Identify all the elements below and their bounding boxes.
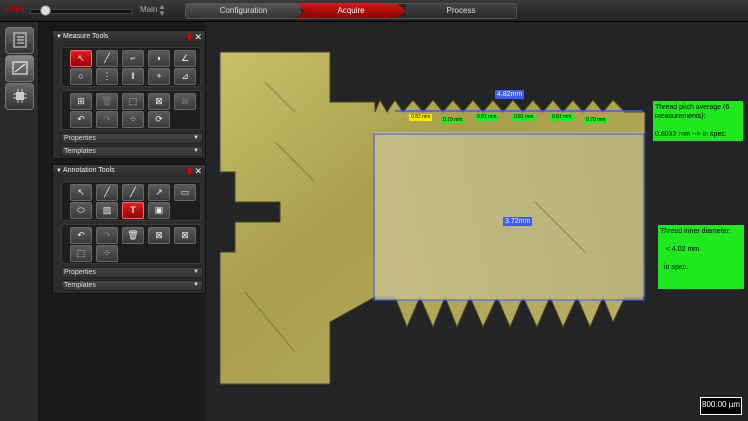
close-icon[interactable]: ✕ <box>194 165 202 177</box>
profile-spinner-icon[interactable]: ▲ ▼ <box>158 3 166 18</box>
select-region-icon[interactable]: ⬚ <box>70 245 92 262</box>
tab-acquire[interactable]: Acquire <box>296 4 406 18</box>
calibrate-icon[interactable]: ⁘ <box>122 111 144 128</box>
grid-tool-icon[interactable]: ⊠ <box>148 227 170 244</box>
annotation-action-group: ↶ ↷ 🗑 ⊠ ⊠ ⬚ ⁘ <box>61 224 201 264</box>
measure-tools-header[interactable]: ▼ Measure Tools ✕ <box>53 31 205 43</box>
undo-icon[interactable]: ↶ <box>70 111 92 128</box>
length-label[interactable]: 4.82mm <box>495 90 525 99</box>
annotation-templates-section[interactable]: Templates ▼ <box>61 280 203 291</box>
redo-icon[interactable]: ↷ <box>96 227 118 244</box>
measure-properties-section[interactable]: Properties ▼ <box>61 133 203 144</box>
collapse-icon[interactable]: ▼ <box>56 31 62 43</box>
inner-width-label[interactable]: 3.72mm <box>503 217 533 226</box>
pitch-label-1[interactable]: 0.82 mm <box>409 114 433 121</box>
close-icon[interactable]: ✕ <box>194 31 202 43</box>
left-toolbar <box>0 22 39 421</box>
annotation-properties-section[interactable]: Properties ▼ <box>61 267 203 278</box>
line-tool-icon[interactable]: ╱ <box>96 50 118 67</box>
clear-tool-icon[interactable]: ⊠ <box>174 227 196 244</box>
measure-tools-title: Measure Tools <box>63 33 109 40</box>
measure-action-group: ⊞ 🗑 ⬚ ⊠ ⊠ ↶ ↷ ⁘ ⟳ <box>61 90 201 130</box>
pin-indicator <box>188 168 191 174</box>
pitch-label-4[interactable]: 0.81 mm <box>512 114 536 121</box>
delete-tool-icon[interactable]: 🗑 <box>96 93 118 110</box>
leica-logo: Leica <box>4 4 25 13</box>
image-tool-icon[interactable]: ▨ <box>96 202 118 219</box>
pointer-tool-icon[interactable]: ↖ <box>70 184 92 201</box>
pin-indicator <box>188 34 191 40</box>
clear-tool-icon[interactable]: ⊠ <box>174 93 196 110</box>
measure-tools-panel: ▼ Measure Tools ✕ ↖ ╱ ⌐ ◗ ∠ ○ ⋮ ‖ + ⊿ ⊞ … <box>52 30 206 159</box>
curve-tool-icon[interactable]: ◗ <box>148 50 170 67</box>
pitch-label-3[interactable]: 0.81 mm <box>475 114 499 121</box>
rectangle-tool-icon[interactable]: ▭ <box>174 184 196 201</box>
measure-templates-label: Templates <box>64 148 96 155</box>
crosshair-tool-icon[interactable]: + <box>148 68 170 85</box>
pointer-tool-icon[interactable]: ↖ <box>70 50 92 67</box>
note-thread-diameter[interactable]: Thread inner diameter: < 4.02 mm in spec… <box>658 225 744 289</box>
measure-properties-label: Properties <box>64 135 96 142</box>
stamp-tool-icon[interactable]: ▣ <box>148 202 170 219</box>
chevron-down-icon: ▼ <box>193 282 199 288</box>
chevron-down-icon: ▼ <box>193 148 199 154</box>
grid-tool-icon[interactable]: ⊠ <box>148 93 170 110</box>
profile-label[interactable]: Main <box>140 5 157 14</box>
image-viewer[interactable]: 4.82mm 3.72mm 0.82 mm 0.79 mm 0.81 mm 0.… <box>205 22 748 421</box>
pitch-label-2[interactable]: 0.79 mm <box>441 117 465 124</box>
refresh-icon[interactable]: ⟳ <box>148 111 170 128</box>
chip-icon[interactable] <box>5 83 34 110</box>
annotation-tools-title: Annotation Tools <box>63 167 115 174</box>
thin-line-tool-icon[interactable]: ╱ <box>122 184 144 201</box>
chevron-down-icon: ▼ <box>193 135 199 141</box>
tab-process[interactable]: Process <box>406 4 516 18</box>
scale-bar: 800.00 µm <box>700 397 742 415</box>
annotation-properties-label: Properties <box>64 269 96 276</box>
chevron-down-icon: ▼ <box>193 269 199 275</box>
collapse-icon[interactable]: ▼ <box>56 165 62 177</box>
note-thread-pitch[interactable]: Thread pitch average (6 measurements): 0… <box>653 101 743 141</box>
measure-shape-group: ↖ ╱ ⌐ ◗ ∠ ○ ⋮ ‖ + ⊿ <box>61 47 201 87</box>
specimen-image <box>219 51 646 385</box>
text-tool-icon[interactable]: T <box>122 202 144 219</box>
annotation-shape-group: ↖ ╱ ╱ ↗ ▭ ⬭ ▨ T ▣ <box>61 181 201 221</box>
arrow-tool-icon[interactable]: ↗ <box>148 184 170 201</box>
line-tool-icon[interactable]: ╱ <box>96 184 118 201</box>
tab-configuration[interactable]: Configuration <box>186 4 301 18</box>
redo-icon[interactable]: ↷ <box>96 111 118 128</box>
measure-templates-section[interactable]: Templates ▼ <box>61 146 203 157</box>
polyline-tool-icon[interactable]: ⌐ <box>122 50 144 67</box>
zoom-slider-knob[interactable] <box>40 5 51 16</box>
undo-icon[interactable]: ↶ <box>70 227 92 244</box>
pitch-label-5[interactable]: 0.81 mm <box>550 114 574 121</box>
parallel-tool-icon[interactable]: ⋮ <box>96 68 118 85</box>
add-tool-icon[interactable]: ⊞ <box>70 93 92 110</box>
top-bar: Leica Main ▲ ▼ Configuration Process Acqu… <box>0 0 748 22</box>
delete-tool-icon[interactable]: 🗑 <box>122 227 144 244</box>
pitch-label-6[interactable]: 0.79 mm <box>584 117 608 124</box>
notebook-icon[interactable] <box>5 27 34 54</box>
angle-tool-icon[interactable]: ∠ <box>174 50 196 67</box>
select-region-icon[interactable]: ⬚ <box>122 93 144 110</box>
calibrate-icon[interactable]: ⁘ <box>96 245 118 262</box>
angle-measure-tool-icon[interactable]: ⊿ <box>174 68 196 85</box>
distance-tool-icon[interactable]: ‖ <box>122 68 144 85</box>
ellipse-tool-icon[interactable]: ⬭ <box>70 202 92 219</box>
annotation-tools-panel: ▼ Annotation Tools ✕ ↖ ╱ ╱ ↗ ▭ ⬭ ▨ T ▣ ↶… <box>52 164 206 294</box>
annotation-templates-label: Templates <box>64 282 96 289</box>
workflow-bar: Configuration Process Acquire <box>185 3 517 19</box>
annotation-tools-header[interactable]: ▼ Annotation Tools ✕ <box>53 165 205 177</box>
circle-tool-icon[interactable]: ○ <box>70 68 92 85</box>
measure-image-icon[interactable] <box>5 55 34 82</box>
